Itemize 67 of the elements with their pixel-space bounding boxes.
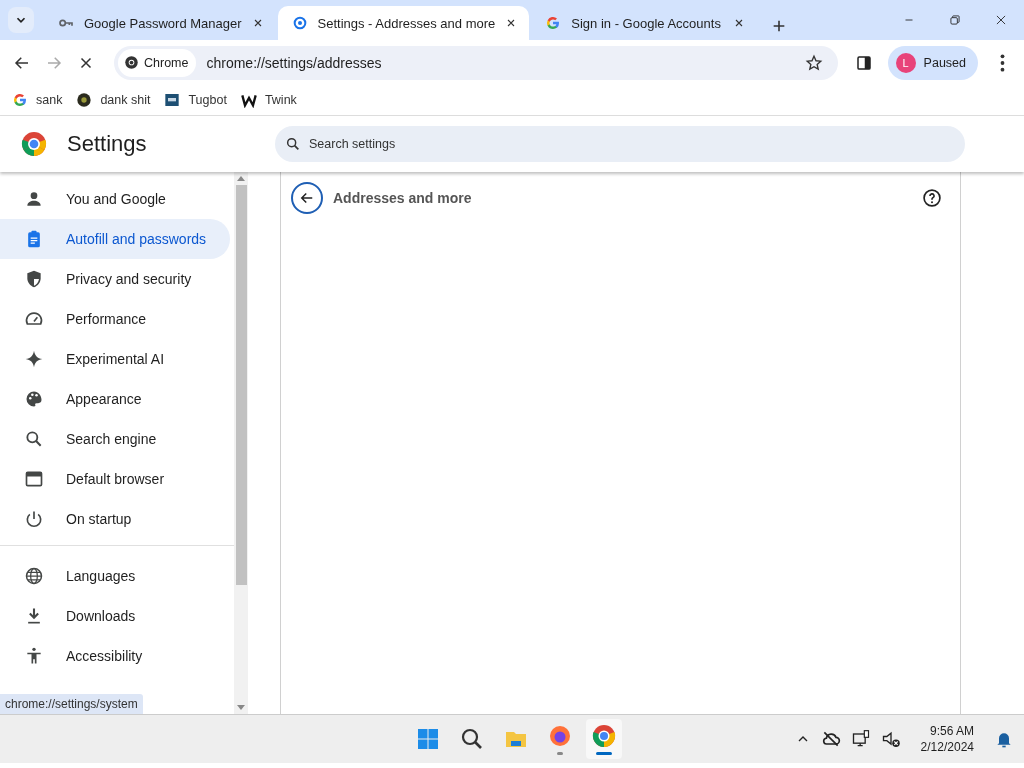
sidebar-item[interactable]: Privacy and security — [0, 259, 230, 299]
network-button[interactable] — [850, 729, 871, 749]
palette-icon — [24, 389, 44, 409]
browser-tab[interactable]: Sign in - Google Accounts — [531, 6, 758, 40]
search-icon — [285, 136, 301, 152]
url-text: chrome://settings/addresses — [206, 54, 383, 71]
person-icon — [24, 189, 44, 209]
cloud-off-icon — [820, 729, 841, 749]
address-bar[interactable]: Chrome chrome://settings/addresses — [114, 45, 838, 80]
chrome-logo-icon — [124, 55, 139, 70]
help-button[interactable] — [922, 188, 942, 208]
search-input[interactable]: Search settings — [307, 136, 955, 152]
browser-tab[interactable]: Settings - Addresses and more — [277, 6, 530, 40]
restore-icon — [948, 13, 962, 27]
sidebar-item[interactable]: You and Google — [0, 179, 230, 219]
settings-title: Settings — [67, 131, 148, 157]
chrome-taskbar-button[interactable] — [586, 719, 622, 759]
search-icon — [460, 727, 484, 751]
sidebar-item[interactable]: Default browser — [0, 459, 230, 499]
sidebar-item[interactable]: Downloads — [0, 596, 230, 636]
chrome-logo-icon — [21, 131, 47, 157]
search-icon — [24, 429, 44, 449]
power-icon — [24, 509, 44, 529]
google-icon — [12, 92, 28, 108]
clock[interactable]: 9:56 AM 2/12/2024 — [914, 723, 980, 755]
shield-icon — [24, 269, 44, 289]
sidebar-item[interactable]: On startup — [0, 499, 230, 539]
windows-logo-icon — [416, 727, 440, 751]
browser-tab[interactable]: Google Password Manager — [44, 6, 276, 40]
sidebar-item[interactable]: Appearance — [0, 379, 230, 419]
bookmark[interactable]: Twink — [240, 92, 297, 108]
search-field[interactable]: Search settings — [275, 126, 965, 162]
sidebar-item[interactable]: Performance — [0, 299, 230, 339]
sidebar-item[interactable]: Languages — [0, 556, 230, 596]
star-icon — [804, 53, 823, 72]
sparkle-icon — [24, 349, 44, 369]
volume-button[interactable] — [880, 729, 901, 749]
close-icon — [994, 13, 1008, 27]
tab-search-button[interactable] — [8, 7, 34, 33]
cloud-button[interactable] — [820, 729, 841, 749]
help-icon — [922, 188, 942, 208]
page-title: Addresses and more — [333, 190, 473, 206]
side-panel-icon — [854, 53, 873, 72]
square-logo-icon — [164, 92, 181, 108]
bookmark[interactable]: Tugbot — [164, 92, 227, 108]
back-button[interactable] — [291, 182, 323, 214]
globe-icon — [24, 566, 44, 586]
profile-button[interactable]: L Paused — [887, 45, 978, 80]
site-chip[interactable]: Chrome — [118, 48, 197, 77]
bookmark[interactable]: sank — [12, 92, 63, 108]
accessibility-icon — [24, 646, 44, 666]
circle-logo-icon — [76, 92, 93, 108]
google-icon — [545, 15, 562, 31]
network-monitor-icon — [850, 729, 871, 749]
w-logo-icon — [240, 92, 257, 108]
speaker-muted-icon — [880, 729, 901, 749]
chrome-logo-icon — [592, 723, 616, 748]
sidebar-item[interactable]: Experimental AI — [0, 339, 230, 379]
status-bubble: chrome://settings/system — [0, 694, 143, 714]
sidebar-item[interactable]: Search engine — [0, 419, 230, 459]
bookmark[interactable]: dank shit — [76, 92, 151, 108]
browser-window-icon — [24, 469, 44, 489]
avatar: L — [895, 52, 916, 73]
sidebar-item[interactable]: Accessibility — [0, 636, 230, 676]
scrollbar[interactable] — [234, 172, 248, 714]
sidebar-item[interactable]: Autofill and passwords — [0, 219, 230, 259]
more-vertical-icon — [999, 53, 1005, 72]
